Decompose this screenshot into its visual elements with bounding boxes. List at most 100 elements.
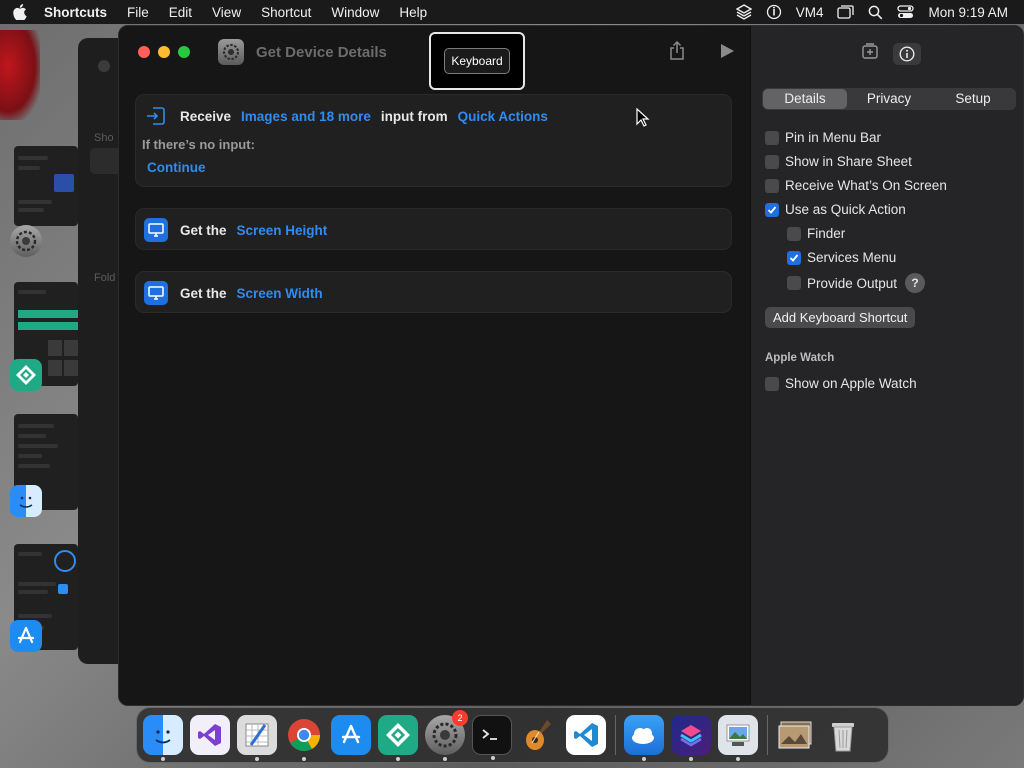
mouse-cursor-icon xyxy=(636,107,650,133)
script-editor-dock-icon[interactable] xyxy=(237,715,277,761)
provide-output-label: Provide Output xyxy=(807,275,898,291)
background-window-button xyxy=(98,60,110,72)
pin-menu-bar-option[interactable]: Pin in Menu Bar xyxy=(765,130,881,145)
receive-screen-label: Receive What’s On Screen xyxy=(785,178,947,193)
share-icon[interactable] xyxy=(668,40,686,66)
zoom-button[interactable] xyxy=(178,46,190,58)
menu-help[interactable]: Help xyxy=(389,5,437,20)
share-sheet-checkbox[interactable] xyxy=(765,154,779,169)
quick-action-checkbox[interactable] xyxy=(765,202,779,217)
dock-separator xyxy=(615,715,616,755)
preview-dock-icon[interactable] xyxy=(718,715,758,761)
inspector-pane: Details Privacy Setup xyxy=(750,26,1023,705)
menu-file[interactable]: File xyxy=(117,5,159,20)
add-library-icon[interactable] xyxy=(861,42,879,65)
services-menu-label: Services Menu xyxy=(807,250,897,265)
provide-output-option[interactable]: Provide Output ? xyxy=(787,273,926,293)
garageband-dock-icon[interactable] xyxy=(519,715,559,755)
finder-thumbnail-icon[interactable] xyxy=(10,485,42,517)
shortcut-icon[interactable] xyxy=(218,39,244,65)
add-keyboard-shortcut-button[interactable]: Add Keyboard Shortcut xyxy=(765,307,916,328)
menu-app-name[interactable]: Shortcuts xyxy=(40,5,117,20)
apple-watch-label: Show on Apple Watch xyxy=(785,376,917,391)
tab-details[interactable]: Details xyxy=(763,89,847,109)
services-menu-checkbox[interactable] xyxy=(787,250,801,265)
search-icon[interactable] xyxy=(868,5,883,20)
receive-verb: Receive xyxy=(180,108,232,124)
receive-middle-text: input from xyxy=(380,108,448,124)
app-store-thumbnail-icon[interactable] xyxy=(10,620,42,652)
display-icon xyxy=(144,218,168,242)
stage-manager-thumbnail[interactable] xyxy=(14,146,78,226)
inspector-tabs: Details Privacy Setup xyxy=(762,88,1016,110)
screen-width-param[interactable]: Screen Width xyxy=(237,286,323,301)
no-input-label: If there’s no input: xyxy=(142,137,255,152)
diamond-app-dock-icon[interactable] xyxy=(378,715,418,761)
provide-output-checkbox[interactable] xyxy=(787,276,801,290)
layers-status-icon[interactable] xyxy=(735,4,752,20)
notification-badge: 2 xyxy=(452,710,468,726)
no-input-continue[interactable]: Continue xyxy=(136,160,731,175)
control-center-icon[interactable] xyxy=(897,5,915,19)
finder-dock-icon[interactable] xyxy=(143,715,183,761)
diamond-app-thumbnail-icon[interactable] xyxy=(10,359,42,391)
clock[interactable]: Mon 9:19 AM xyxy=(928,5,1008,20)
accessibility-status-icon[interactable] xyxy=(766,4,782,20)
desktop-wallpaper-accent xyxy=(0,30,40,120)
visual-studio-dock-icon[interactable] xyxy=(190,715,230,755)
shortcut-title[interactable]: Get Device Details xyxy=(256,44,387,61)
minimize-button[interactable] xyxy=(158,46,170,58)
close-button[interactable] xyxy=(138,46,150,58)
shortcut-editor-window: Get Device Details Keyboard Receive Imag… xyxy=(118,25,1024,706)
menu-bar: Shortcuts File Edit View Shortcut Window… xyxy=(0,0,1024,24)
dock-separator xyxy=(767,715,768,755)
keyboard-tooltip: Keyboard xyxy=(429,32,525,90)
downloads-stack-icon[interactable] xyxy=(776,715,816,755)
finder-checkbox[interactable] xyxy=(787,226,801,241)
input-source-token[interactable]: Quick Actions xyxy=(458,109,548,124)
apple-watch-option[interactable]: Show on Apple Watch xyxy=(765,376,917,391)
editor-pane: Get Device Details Keyboard Receive Imag… xyxy=(119,26,750,705)
tab-privacy[interactable]: Privacy xyxy=(847,89,931,109)
tab-setup[interactable]: Setup xyxy=(931,89,1015,109)
help-icon[interactable]: ? xyxy=(905,273,926,293)
dock: 2 xyxy=(136,707,889,763)
keyboard-key-label: Keyboard xyxy=(444,48,510,74)
get-the-label: Get the xyxy=(180,285,227,301)
weather-dock-icon[interactable] xyxy=(624,715,664,761)
quick-action-option[interactable]: Use as Quick Action xyxy=(765,202,906,217)
screen-height-param[interactable]: Screen Height xyxy=(237,223,328,238)
settings-dock-icon[interactable]: 2 xyxy=(425,710,468,761)
get-the-label: Get the xyxy=(180,222,227,238)
get-screen-height-action[interactable]: Get the Screen Height xyxy=(135,208,732,250)
receive-screen-option[interactable]: Receive What’s On Screen xyxy=(765,178,947,193)
shortcuts-dock-icon[interactable] xyxy=(671,715,711,761)
terminal-dock-icon[interactable] xyxy=(472,715,512,760)
menu-window[interactable]: Window xyxy=(321,5,389,20)
finder-option[interactable]: Finder xyxy=(787,226,845,241)
quick-action-label: Use as Quick Action xyxy=(785,202,906,217)
play-icon[interactable] xyxy=(719,43,735,64)
info-icon[interactable] xyxy=(893,42,921,65)
app-store-dock-icon[interactable] xyxy=(331,715,371,755)
vscode-dock-icon[interactable] xyxy=(566,715,606,755)
receive-screen-checkbox[interactable] xyxy=(765,178,779,193)
menu-view[interactable]: View xyxy=(202,5,251,20)
background-window-label: Sho xyxy=(94,132,114,144)
share-sheet-option[interactable]: Show in Share Sheet xyxy=(765,154,912,169)
input-types-token[interactable]: Images and 18 more xyxy=(241,109,371,124)
share-sheet-label: Show in Share Sheet xyxy=(785,154,912,169)
settings-thumbnail-icon[interactable] xyxy=(10,225,42,257)
window-status-icon[interactable] xyxy=(837,4,855,20)
apple-menu-icon[interactable] xyxy=(0,4,40,20)
get-screen-width-action[interactable]: Get the Screen Width xyxy=(135,271,732,313)
pin-menu-bar-checkbox[interactable] xyxy=(765,130,779,145)
menu-edit[interactable]: Edit xyxy=(159,5,202,20)
display-icon xyxy=(144,281,168,305)
apple-watch-checkbox[interactable] xyxy=(765,376,779,391)
menu-shortcut[interactable]: Shortcut xyxy=(251,5,321,20)
chrome-dock-icon[interactable] xyxy=(284,715,324,761)
trash-icon[interactable] xyxy=(823,715,863,755)
services-menu-option[interactable]: Services Menu xyxy=(787,250,896,265)
status-text[interactable]: VM4 xyxy=(796,5,824,20)
